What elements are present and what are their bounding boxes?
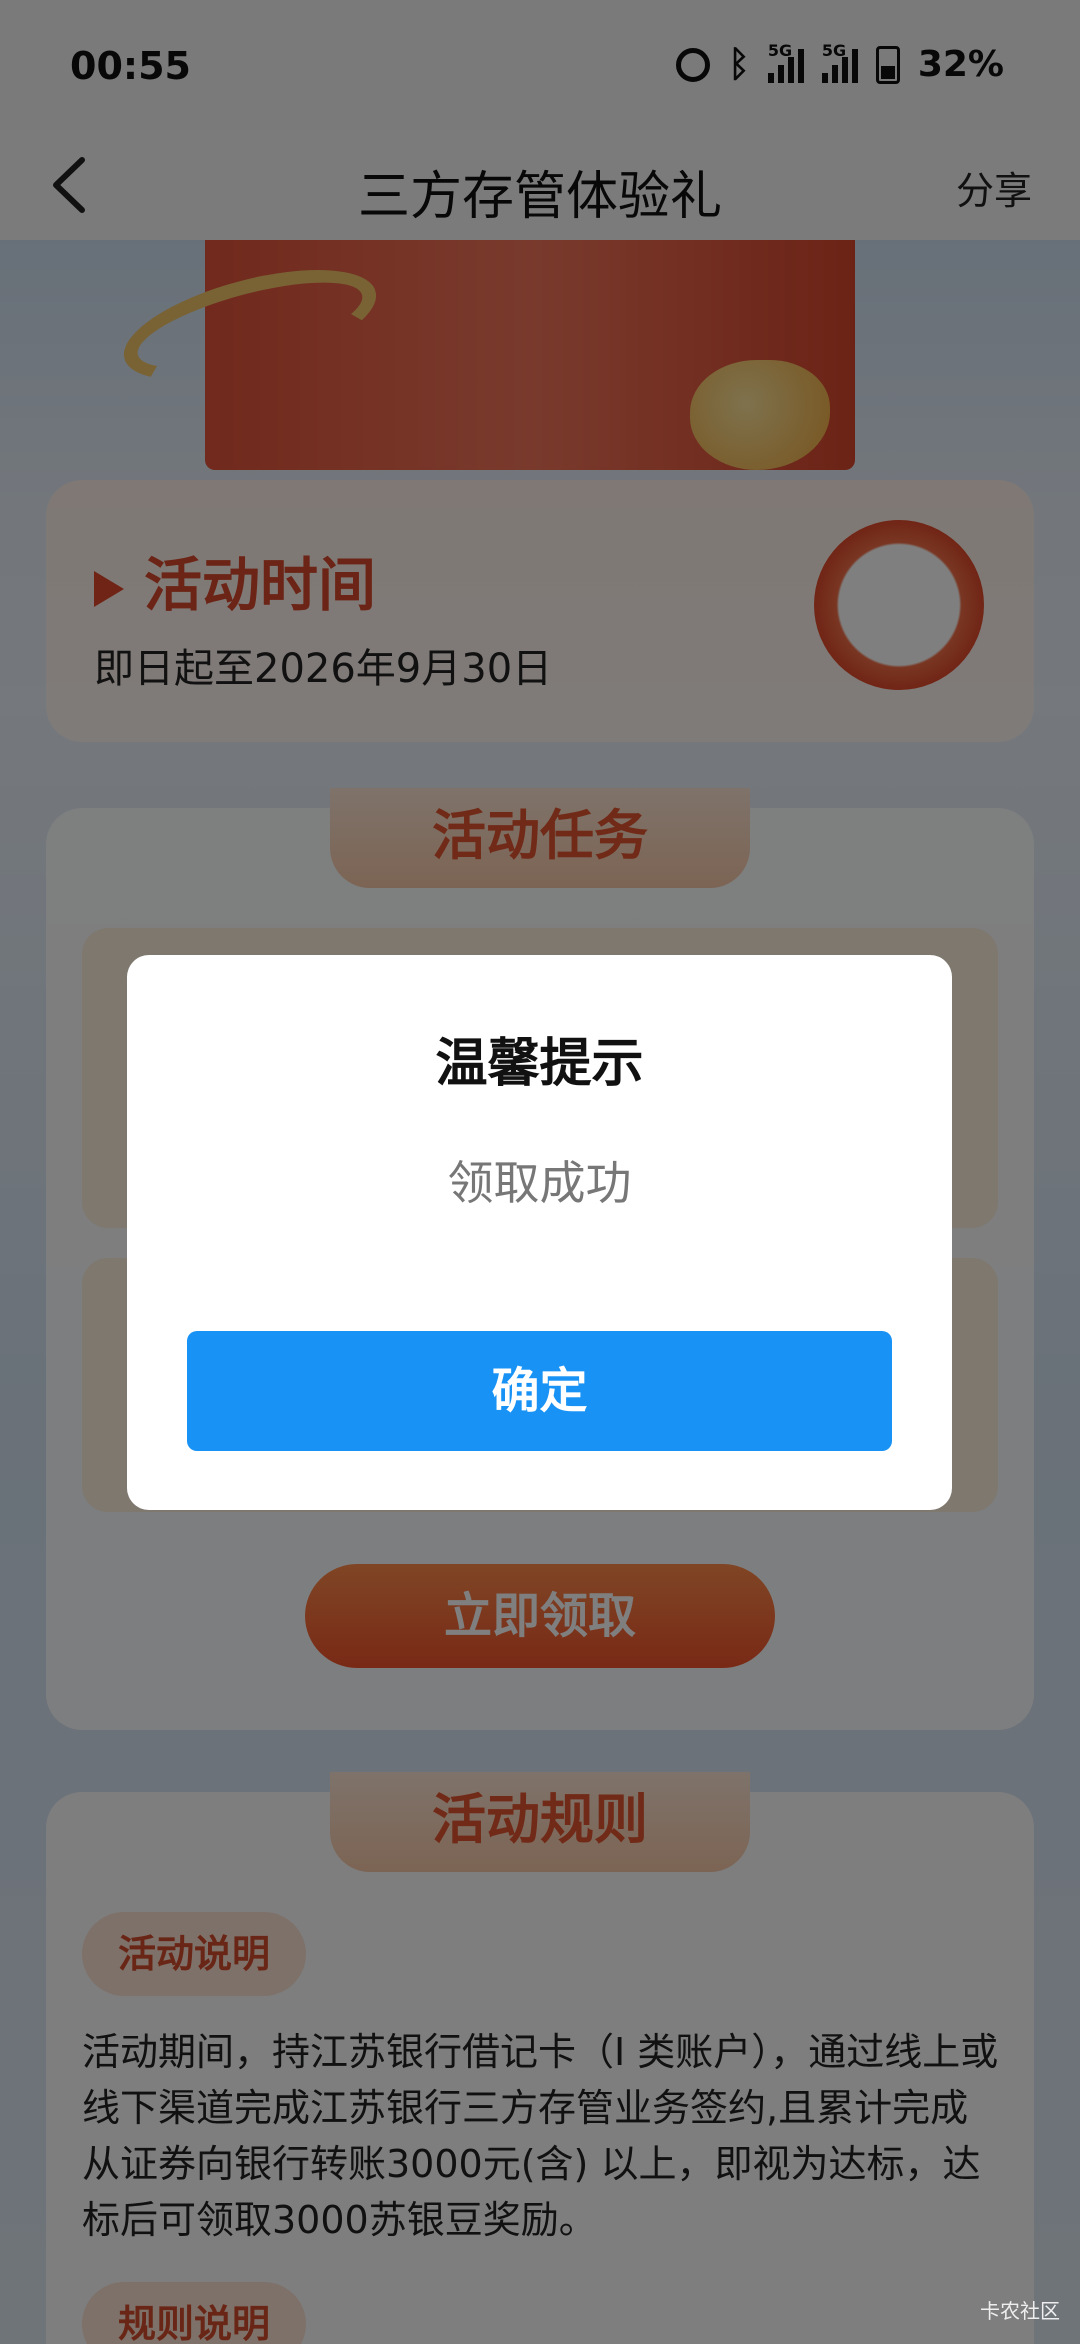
watermark: 卡农社区 <box>980 2299 1060 2323</box>
confirm-button[interactable]: 确定 <box>187 1331 892 1451</box>
dialog-title: 温馨提示 <box>435 1034 644 1094</box>
dialog-message: 领取成功 <box>447 1156 632 1210</box>
notice-dialog: 温馨提示 领取成功 确定 <box>127 955 952 1510</box>
page-background: 00:55 ᛒ 5G 5G 32% 三方存管体验礼 分享 <box>0 0 1080 2344</box>
